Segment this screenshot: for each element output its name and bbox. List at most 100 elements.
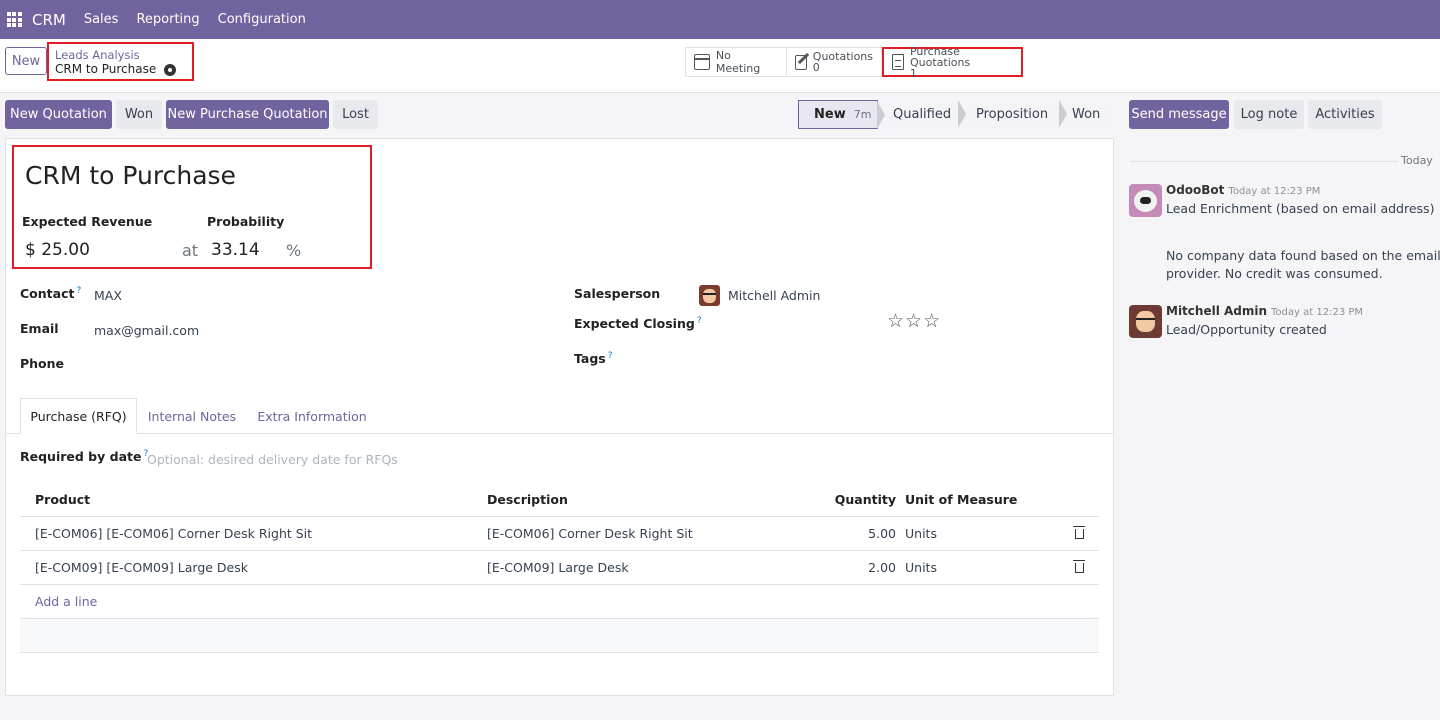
calendar-icon [694,54,710,70]
stage-proposition[interactable]: Proposition [958,100,1067,129]
col-unit-of-measure[interactable]: Unit of Measure [905,482,1017,516]
priority-stars-icon[interactable]: ☆☆☆ [887,310,941,332]
no-meeting-button[interactable]: No Meeting [685,47,787,77]
col-product[interactable]: Product [35,482,90,516]
tags-label: Tags? [574,351,613,367]
apps-menu-icon[interactable] [0,0,28,39]
message-body: No company data found based on the email… [1166,248,1440,263]
odoobot-avatar[interactable] [1129,184,1162,217]
lost-button[interactable]: Lost [333,100,378,129]
menu-sales[interactable]: Sales [84,12,119,27]
row-product[interactable]: [E-COM06] [E-COM06] Corner Desk Right Si… [35,517,312,550]
log-note-button[interactable]: Log note [1234,100,1304,129]
phone-label: Phone [20,356,65,371]
required-by-date-input[interactable]: Optional: desired delivery date for RFQs [147,452,398,467]
row-quantity[interactable]: 2.00 [868,551,896,584]
send-message-button[interactable]: Send message [1129,100,1229,129]
quotations-label: Quotations [812,50,873,63]
quotations-button[interactable]: Quotations 0 [787,47,882,77]
quotations-count: 0 [812,61,820,74]
row-description[interactable]: [E-COM06] Corner Desk Right Sit [487,517,693,550]
message-body: provider. No credit was consumed. [1166,266,1383,281]
breadcrumb-current: CRM to Purchase [55,62,186,77]
record-title[interactable]: CRM to Purchase [25,161,236,190]
table-footer [20,619,1099,653]
email-label: Email [20,321,59,336]
status-bar: New Quotation Won New Purchase Quotation… [0,93,1120,137]
title-highlight: CRM to Purchase Expected Revenue Probabi… [12,145,372,269]
message-body: Lead Enrichment (based on email address) [1166,201,1435,216]
date-separator-line [1130,161,1398,162]
salesperson-field[interactable]: Mitchell Admin [728,288,820,303]
table-header: Product Description Quantity Unit of Mea… [20,482,1099,517]
breadcrumb-parent-link[interactable]: Leads Analysis [55,48,186,62]
new-record-button[interactable]: New [5,47,47,75]
tab-extra-information[interactable]: Extra Information [252,398,372,434]
product-table: Product Description Quantity Unit of Mea… [20,482,1099,653]
menu-configuration[interactable]: Configuration [218,12,306,27]
add-line-row: Add a line [20,585,1099,619]
new-quotation-button[interactable]: New Quotation [5,100,112,129]
no-meeting-label: No Meeting [715,49,761,75]
salesperson-label: Salesperson [574,286,661,301]
purchase-quotations-label: Purchase Quotations [909,44,971,69]
edit-icon [795,54,807,70]
date-separator: Today [1401,154,1433,167]
row-description[interactable]: [E-COM09] Large Desk [487,551,629,584]
row-uom[interactable]: Units [905,551,937,584]
control-panel: New Leads Analysis CRM to Purchase No Me… [0,39,1440,93]
notebook-tabs: Purchase (RFQ) Internal Notes Extra Info… [6,398,1113,434]
stage-new-label: New [814,107,846,122]
breadcrumb-current-label: CRM to Purchase [55,62,157,76]
top-navbar: CRM Sales Reporting Configuration [0,0,1440,39]
add-line-link[interactable]: Add a line [35,585,97,618]
col-quantity[interactable]: Quantity [835,482,896,516]
stage-qualified[interactable]: Qualified [878,100,966,129]
message-author: Mitchell Admin Today at 12:23 PM [1166,304,1364,318]
new-purchase-quotation-button[interactable]: New Purchase Quotation [166,100,329,129]
expected-closing-label: Expected Closing? [574,316,702,332]
tab-purchase-rfq[interactable]: Purchase (RFQ) [20,398,137,434]
row-quantity[interactable]: 5.00 [868,517,896,550]
message-author: OdooBot Today at 12:23 PM [1166,183,1321,197]
stage-pipeline: New 7m Qualified Proposition Won [798,100,1115,129]
purchase-quotations-count: 1 [909,66,917,80]
probability-field[interactable]: 33.14 [211,240,260,260]
breadcrumb: Leads Analysis CRM to Purchase [47,42,194,81]
phone-field[interactable] [94,356,394,374]
col-description[interactable]: Description [487,482,568,516]
expected-revenue-label: Expected Revenue [22,214,153,229]
won-button[interactable]: Won [116,100,162,129]
stage-qualified-label: Qualified [893,107,952,122]
required-by-date-label: Required by date? [20,449,149,465]
mitchell-admin-avatar[interactable] [1129,305,1162,338]
stage-proposition-label: Proposition [976,107,1049,122]
trash-icon[interactable] [1073,517,1085,550]
smart-buttons: No Meeting Quotations 0 Purchase Quotati… [685,44,1023,80]
contact-field[interactable]: MAX [94,288,122,303]
purchase-quotations-button[interactable]: Purchase Quotations 1 [882,44,1023,80]
probability-label: Probability [207,214,285,229]
expected-revenue-field[interactable]: $ 25.00 [25,240,90,260]
activities-button[interactable]: Activities [1308,100,1382,129]
menu-reporting[interactable]: Reporting [136,12,199,27]
table-row[interactable]: [E-COM09] [E-COM09] Large Desk [E-COM09]… [20,551,1099,585]
salesperson-avatar [699,285,720,306]
stage-duration: 7m [853,108,872,121]
form-sheet: CRM to Purchase Expected Revenue Probabi… [5,138,1114,696]
app-brand[interactable]: CRM [32,11,66,29]
message-body: Lead/Opportunity created [1166,322,1327,337]
email-field[interactable]: max@gmail.com [94,323,199,338]
trash-icon[interactable] [1073,551,1085,584]
stage-won-label: Won [1072,107,1101,122]
tab-internal-notes[interactable]: Internal Notes [142,398,242,434]
stage-won[interactable]: Won [1059,100,1115,129]
document-icon [892,54,904,70]
stage-new[interactable]: New 7m [798,100,885,129]
row-product[interactable]: [E-COM09] [E-COM09] Large Desk [35,551,248,584]
row-uom[interactable]: Units [905,517,937,550]
table-row[interactable]: [E-COM06] [E-COM06] Corner Desk Right Si… [20,517,1099,551]
at-label: at [182,241,199,260]
contact-label: Contact? [20,286,82,302]
gear-icon[interactable] [164,63,177,76]
